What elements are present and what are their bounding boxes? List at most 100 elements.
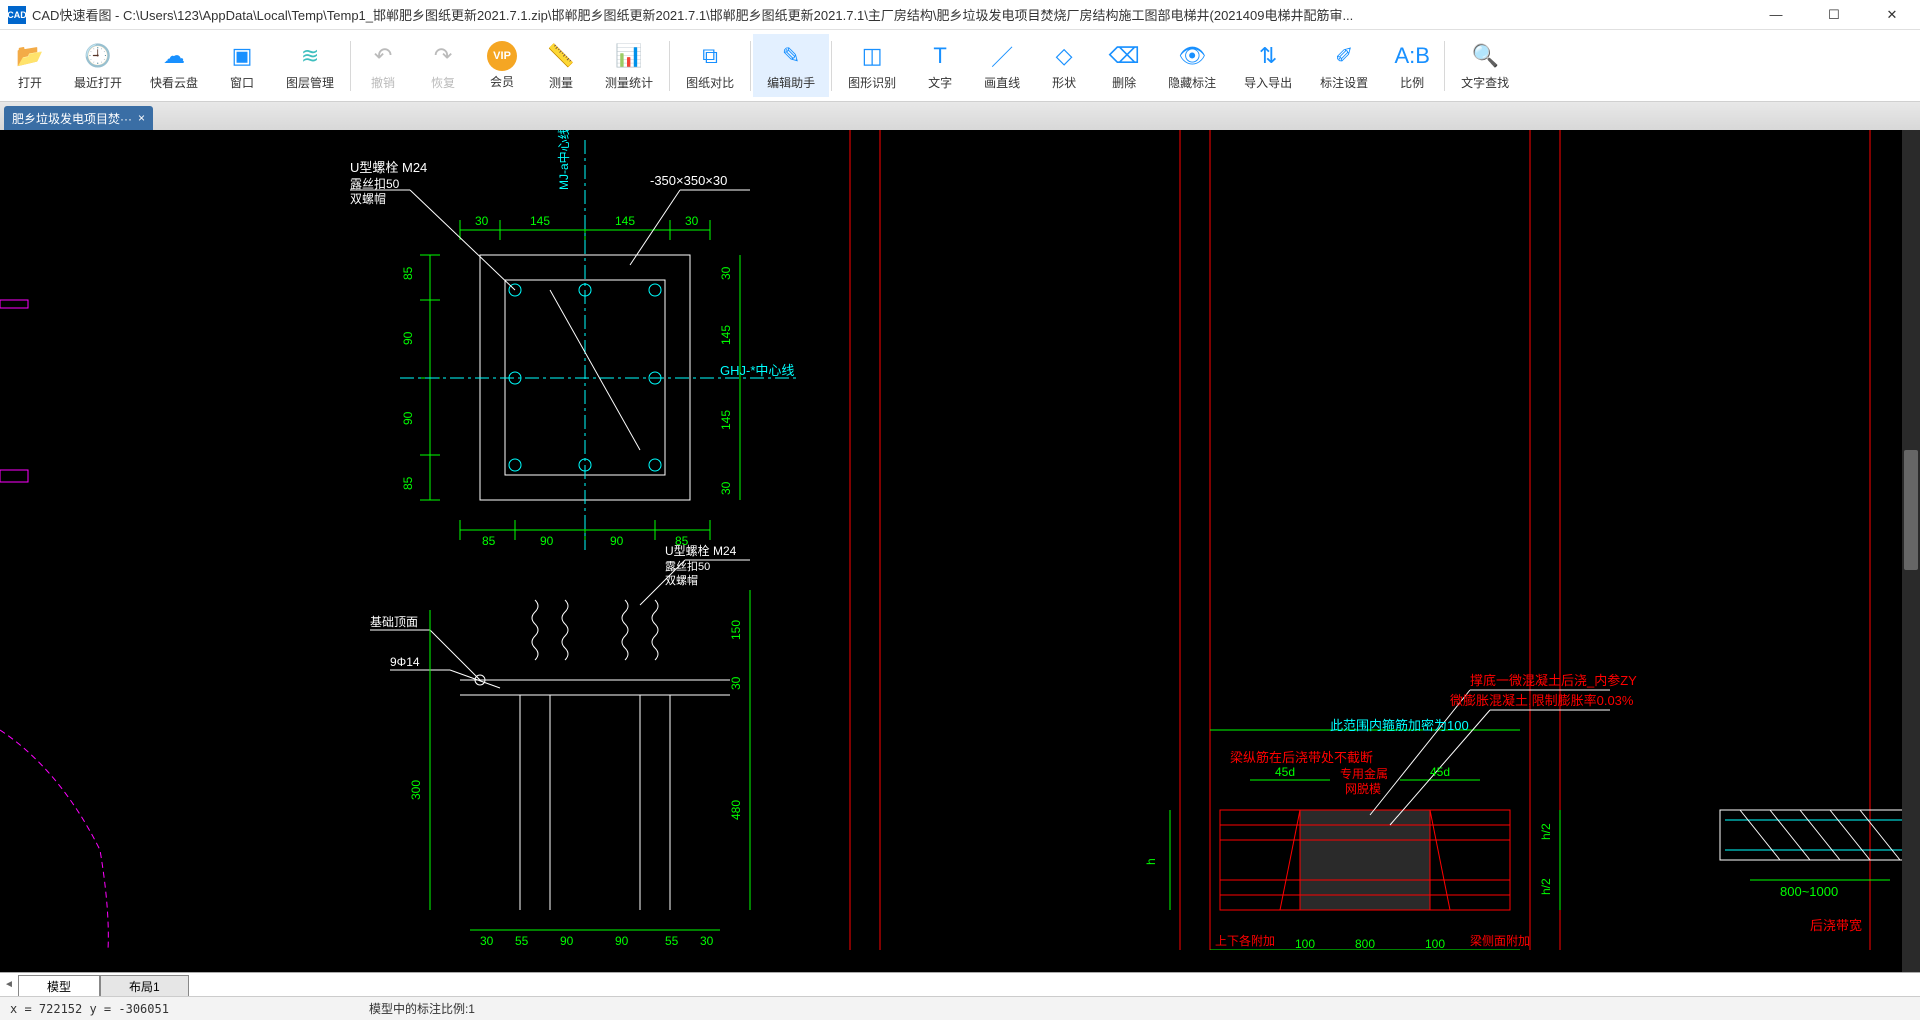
toolbar-label: 标注设置	[1320, 74, 1368, 91]
close-icon[interactable]: ×	[138, 111, 145, 125]
toolbar-label: 比例	[1400, 74, 1424, 91]
svg-text:h: h	[1144, 858, 1158, 865]
toolbar-label: 测量	[549, 74, 573, 91]
toolbar-edit-assist[interactable]: ✎编辑助手	[753, 34, 829, 97]
toolbar-text[interactable]: T 文字	[910, 34, 970, 97]
toolbar-label: 删除	[1112, 74, 1136, 91]
svg-text:h/2: h/2	[1539, 823, 1553, 840]
document-tab-label: 肥乡垃圾发电项目焚···	[12, 110, 132, 127]
recognize-icon: ◫	[856, 40, 888, 72]
main-toolbar: 📂打开🕘最近打开☁快看云盘▣窗口 ≋ 图层管理 ↶ 撤销 ↷ 恢复 VIP会员📏测量📊测量统计…	[0, 30, 1920, 102]
toolbar-label: 隐藏标注	[1168, 74, 1216, 91]
line-icon: ／	[986, 40, 1018, 72]
ratio-icon: A:B	[1396, 40, 1428, 72]
svg-text:45d: 45d	[1275, 765, 1295, 779]
toolbar-label: 撤销	[371, 74, 395, 91]
svg-text:90: 90	[401, 331, 415, 345]
toolbar-recognize[interactable]: ◫ 图形识别	[834, 34, 910, 97]
svg-text:30: 30	[729, 676, 743, 690]
layout-tabbar: ◄ 模型 布局1	[0, 972, 1920, 996]
svg-text:双螺帽: 双螺帽	[665, 574, 698, 587]
minimize-button[interactable]: —	[1756, 3, 1796, 27]
toolbar-label: 图纸对比	[686, 74, 734, 91]
toolbar-annotate-settings[interactable]: ✐ 标注设置	[1306, 34, 1382, 97]
toolbar-cloud[interactable]: ☁快看云盘	[136, 34, 212, 97]
svg-text:145: 145	[615, 214, 635, 228]
redo-icon: ↷	[427, 40, 459, 72]
toolbar-vip[interactable]: VIP会员	[473, 34, 531, 97]
toolbar-label: 测量统计	[605, 74, 653, 91]
toolbar-label: 文字查找	[1461, 74, 1509, 91]
scale-readout: 模型中的标注比例:1	[369, 1000, 475, 1017]
annotate-settings-icon: ✐	[1328, 40, 1360, 72]
vertical-scrollbar[interactable]	[1902, 130, 1920, 972]
toolbar-eraser[interactable]: ⌫删除	[1094, 34, 1154, 97]
statusbar: x = 722152 y = -306051 模型中的标注比例:1	[0, 996, 1920, 1020]
toolbar-label: 快看云盘	[150, 74, 198, 91]
toolbar-label: 恢复	[431, 74, 455, 91]
svg-text:露丝扣50: 露丝扣50	[665, 559, 710, 573]
plate-size-label: -350×350×30	[650, 173, 727, 188]
close-button[interactable]: ✕	[1872, 3, 1912, 27]
text-icon: T	[924, 40, 956, 72]
tab-nav-left[interactable]: ◄	[0, 973, 18, 996]
toolbar-label: 文字	[928, 74, 952, 91]
svg-text:90: 90	[401, 411, 415, 425]
scrollbar-thumb[interactable]	[1904, 450, 1918, 570]
mja-centerline-label: MJ-a中心线	[556, 130, 571, 190]
import-export-icon: ⇅	[1252, 40, 1284, 72]
svg-text:145: 145	[530, 214, 550, 228]
layers-icon: ≋	[294, 40, 326, 72]
svg-text:300: 300	[409, 780, 423, 800]
toolbar-folder-open[interactable]: 📂打开	[0, 34, 60, 97]
toolbar-window[interactable]: ▣窗口	[212, 34, 272, 97]
edit-assist-icon: ✎	[775, 40, 807, 72]
toolbar-label: 打开	[18, 74, 42, 91]
pour-note-2: 微膨胀混凝土,限制膨胀率0.03%	[1450, 693, 1634, 708]
svg-text:55: 55	[515, 934, 529, 948]
toolbar-label: 会员	[490, 73, 514, 90]
toolbar-ruler[interactable]: 📏测量	[531, 34, 591, 97]
svg-text:55: 55	[665, 934, 679, 948]
toolbar-redo[interactable]: ↷ 恢复	[413, 34, 473, 97]
svg-text:145: 145	[719, 410, 733, 430]
svg-text:100: 100	[1425, 937, 1445, 950]
svg-text:45d: 45d	[1430, 765, 1450, 779]
titlebar: CAD CAD快速看图 - C:\Users\123\AppData\Local…	[0, 0, 1920, 30]
maximize-button[interactable]: ☐	[1814, 3, 1854, 27]
tab-model[interactable]: 模型	[18, 975, 100, 996]
document-tabbar: 肥乡垃圾发电项目焚··· ×	[0, 102, 1920, 130]
toolbar-hide[interactable]: 👁隐藏标注	[1154, 34, 1230, 97]
svg-text:30: 30	[475, 214, 489, 228]
svg-text:90: 90	[615, 934, 629, 948]
toolbar-layers[interactable]: ≋ 图层管理	[272, 34, 348, 97]
coordinates-readout: x = 722152 y = -306051	[10, 1002, 169, 1016]
toolbar-stats[interactable]: 📊测量统计	[591, 34, 667, 97]
toolbar-shape[interactable]: ◇形状	[1034, 34, 1094, 97]
window-icon: ▣	[226, 40, 258, 72]
toolbar-ratio[interactable]: A:B 比例	[1382, 34, 1442, 97]
ghj-centerline-label: GHJ-*中心线	[720, 363, 794, 378]
toolbar-compare[interactable]: ⧉ 图纸对比	[672, 34, 748, 97]
toolbar-clock[interactable]: 🕘最近打开	[60, 34, 136, 97]
toolbar-import-export[interactable]: ⇅导入导出	[1230, 34, 1306, 97]
toolbar-label: 图层管理	[286, 74, 334, 91]
rebar-note: 9Φ14	[390, 655, 420, 669]
tab-layout1[interactable]: 布局1	[100, 975, 189, 996]
undo-icon: ↶	[367, 40, 399, 72]
svg-text:90: 90	[610, 534, 624, 548]
svg-text:85: 85	[401, 266, 415, 280]
shape-icon: ◇	[1048, 40, 1080, 72]
foundation-top-label: 基础顶面	[370, 615, 418, 629]
svg-text:30: 30	[480, 934, 494, 948]
document-tab[interactable]: 肥乡垃圾发电项目焚··· ×	[4, 106, 153, 130]
toolbar-label: 图形识别	[848, 74, 896, 91]
drawing-canvas[interactable]: U型螺栓 M24 露丝扣50 双螺帽 -350×350×30 GHJ-*中心线 …	[0, 130, 1920, 972]
toolbar-line[interactable]: ／画直线	[970, 34, 1034, 97]
metal-mesh-1: 专用金属	[1340, 766, 1388, 781]
svg-text:85: 85	[401, 476, 415, 490]
compare-icon: ⧉	[694, 40, 726, 72]
toolbar-text-search[interactable]: 🔍文字查找	[1447, 34, 1523, 97]
svg-text:800: 800	[1355, 937, 1375, 950]
toolbar-undo[interactable]: ↶ 撤销	[353, 34, 413, 97]
